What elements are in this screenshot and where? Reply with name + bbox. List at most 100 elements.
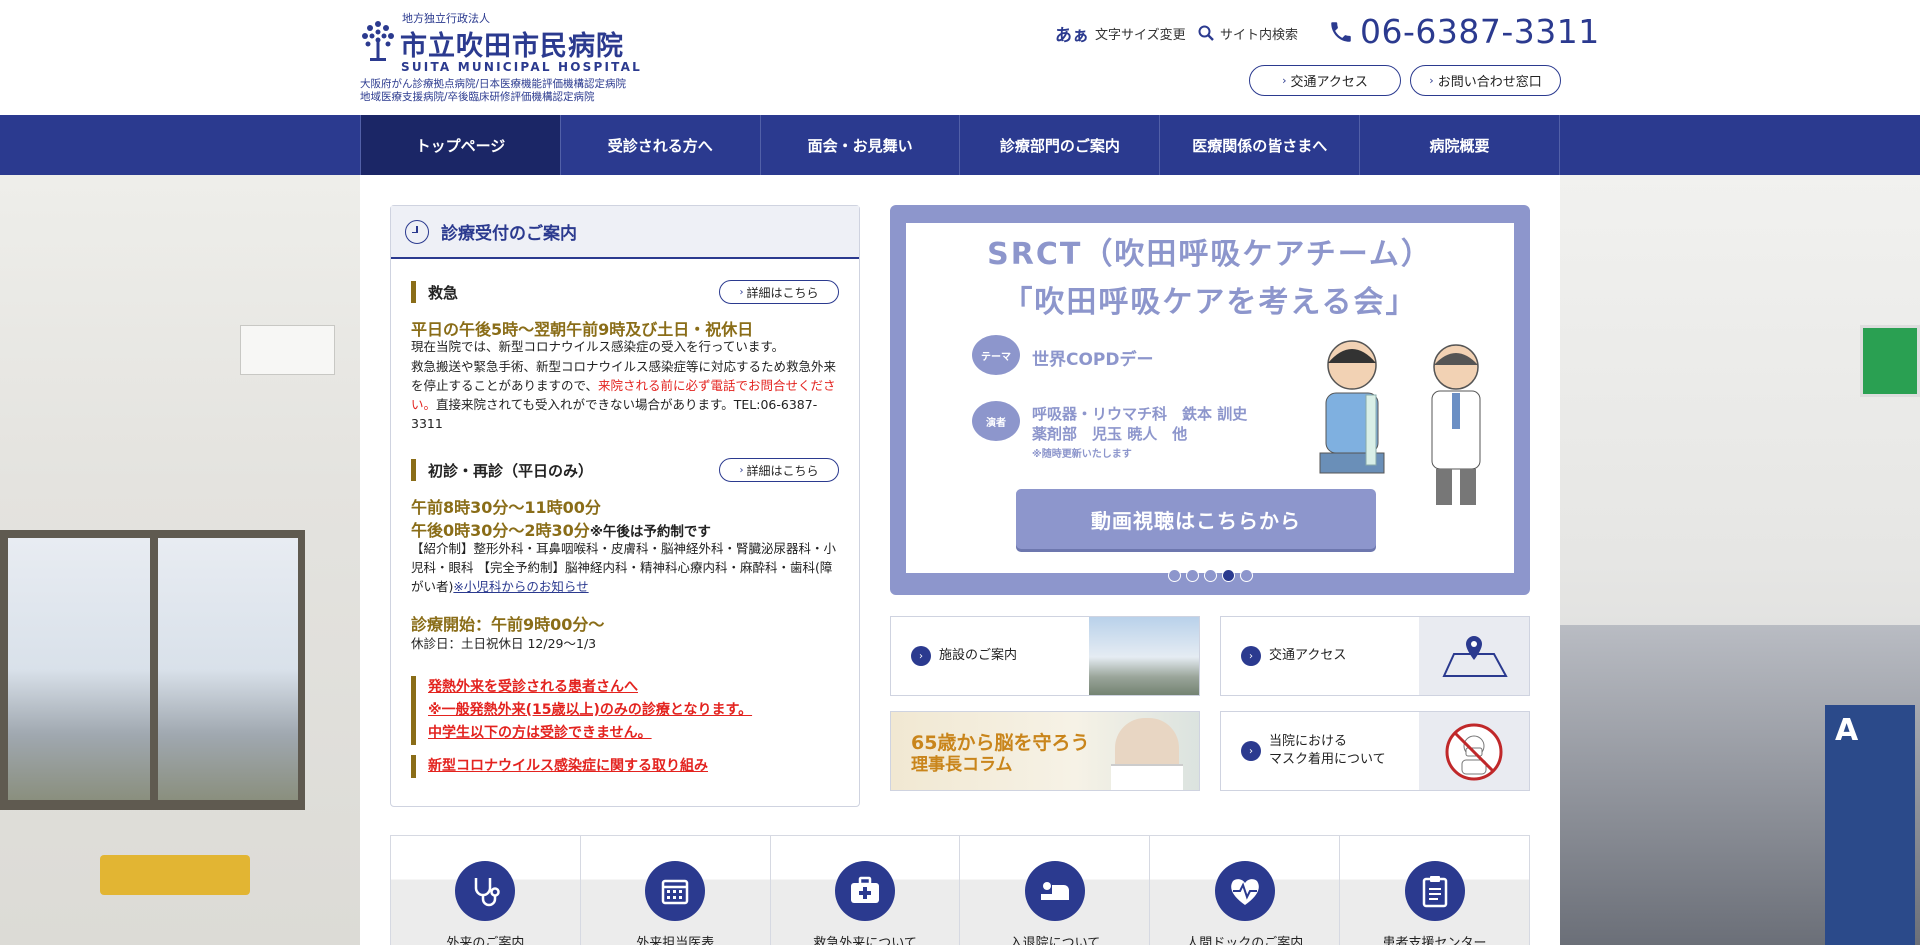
exit-sign-icon — [1860, 325, 1920, 397]
nav-about[interactable]: 病院概要 — [1359, 115, 1560, 175]
reception-info-card: 診療受付のご案内 救急 › 詳細はこちら 平日の午後5時〜翌朝午前9時及び土日・祝… — [390, 205, 860, 807]
quick-link-label: 患者支援センター — [1382, 936, 1487, 945]
detail-label: 詳細はこちら — [746, 463, 819, 478]
chevron-right-icon: › — [739, 464, 744, 476]
fever-clinic-alert[interactable]: 発熱外来を受診される患者さんへ ※一般発熱外来(15歳以上)のみの診療となります… — [411, 676, 851, 745]
clinic-start: 診療開始：午前9時00分〜 — [411, 615, 605, 634]
search-icon — [1198, 25, 1214, 41]
contact-button[interactable]: › お問い合わせ窓口 — [1410, 65, 1561, 96]
clipboard-icon — [1404, 861, 1465, 921]
font-size-icon: あぁ — [1055, 25, 1089, 46]
emergency-body: 救急搬送や緊急手術、新型コロナウイルス感染症等に対応するため救急外来を停止するこ… — [411, 359, 837, 431]
site-search-link[interactable]: サイト内検索 — [1198, 22, 1298, 44]
cert-line: 大阪府がん診療拠点病院/日本医療機能評価機構認定病院 — [360, 78, 627, 90]
slider-dot[interactable] — [1185, 569, 1199, 582]
covid-notice: 現在当院では、新型コロナウイルス感染症の受入を行っています。 — [411, 339, 785, 354]
chevron-right-icon: › — [1282, 74, 1287, 87]
access-tile-label: 交通アクセス — [1269, 648, 1347, 663]
quick-link-support-center[interactable]: 患者支援センター — [1340, 836, 1529, 945]
hospital-logo[interactable]: 地方独立行政法人 市立吹田市民病院 SUITA MUNICIPAL HOSPIT… — [360, 10, 660, 110]
main-content: 診療受付のご案内 救急 › 詳細はこちら 平日の午後5時〜翌朝午前9時及び土日・祝… — [360, 175, 1560, 945]
director-photo — [1111, 718, 1183, 790]
nav-medical-professionals[interactable]: 医療関係の皆さまへ — [1159, 115, 1359, 175]
quick-link-checkup[interactable]: 人間ドックのご案内 — [1150, 836, 1341, 945]
bed-icon — [1024, 861, 1085, 921]
clock-icon — [405, 219, 429, 244]
chevron-right-icon: › — [1241, 741, 1261, 761]
quick-link-schedule[interactable]: 外来担当医表 — [581, 836, 771, 945]
font-size-toggle[interactable]: あぁ 文字サイズ変更 — [1055, 22, 1186, 46]
detail-label: 詳細はこちら — [746, 285, 819, 300]
director-column-tile[interactable]: 65歳から脳を守ろう 理事長コラム — [890, 711, 1200, 791]
mask-icon — [1419, 712, 1529, 790]
site-header: 地方独立行政法人 市立吹田市民病院 SUITA MUNICIPAL HOSPIT… — [0, 0, 1920, 115]
nav-patients[interactable]: 受診される方へ — [559, 115, 760, 175]
quick-link-label: 外来のご案内 — [446, 936, 525, 945]
slider-dot[interactable] — [1239, 569, 1253, 582]
tree-logo-icon — [362, 21, 394, 61]
pillar-sign: A — [1825, 705, 1915, 945]
emergency-detail-button[interactable]: › 詳細はこちら — [719, 280, 839, 304]
slide-theme: 世界COPDデー — [1032, 350, 1154, 370]
video-watch-button[interactable]: 動画視聴はこちらから — [1016, 489, 1376, 549]
speaker-badge: 演者 — [972, 401, 1020, 441]
search-label: サイト内検索 — [1220, 27, 1299, 43]
mask-policy-tile[interactable]: › 当院における マスク着用について — [1220, 711, 1530, 791]
hospital-building-photo — [1089, 617, 1199, 695]
theme-badge: テーマ — [972, 335, 1020, 375]
hospital-bed — [100, 855, 250, 895]
slide-speaker-2: 薬剤部 児玉 暁人 他 — [1032, 425, 1188, 443]
certifications: 大阪府がん診療拠点病院/日本医療機能評価機構認定病院 地域医療支援病院/卒後臨床… — [360, 78, 626, 104]
slider-dot[interactable] — [1167, 569, 1181, 582]
global-nav: トップページ 受診される方へ 面会・お見舞い 診療部門のご案内 医療関係の皆さま… — [0, 115, 1920, 175]
chevron-right-icon: › — [1429, 74, 1434, 87]
reception-info-title: 診療受付のご案内 — [441, 224, 577, 244]
quick-link-outpatient[interactable]: 外来のご案内 — [391, 836, 581, 945]
slide-speaker-1: 呼吸器・リウマチ科 鉄本 訓史 — [1032, 405, 1248, 423]
font-size-label: 文字サイズ変更 — [1095, 27, 1186, 43]
slide[interactable]: SRCT（吹田呼吸ケアチーム） 「吹田呼吸ケアを考える会」 テーマ 世界COPD… — [906, 223, 1514, 573]
stethoscope-icon — [455, 861, 516, 921]
outpatient-am-hours: 午前8時30分〜11時00分 — [411, 498, 601, 517]
slider-dot[interactable] — [1203, 569, 1217, 582]
chevron-right-icon: › — [739, 286, 744, 298]
quick-link-admission[interactable]: 入退院について — [960, 836, 1151, 945]
first-aid-kit-icon — [835, 861, 896, 921]
quick-links-row: 外来のご案内 外来担当医表 救急外来について 入退院について 人間ドックのご案内 — [390, 835, 1530, 945]
heart-pulse-icon — [1214, 861, 1275, 921]
slide-note: ※随時更新いたします — [1032, 449, 1132, 460]
facility-guide-label: 施設のご案内 — [939, 648, 1018, 663]
quick-link-label: 外来担当医表 — [636, 936, 715, 945]
outpatient-pm-hours: 午後0時30分〜2時30分※午後は予約制です — [411, 521, 711, 540]
hospital-name: 市立吹田市民病院 — [400, 31, 624, 62]
phone-number[interactable]: 06-6387-3311 — [1328, 12, 1600, 51]
pediatric-notice-link[interactable]: ※小児科からのお知らせ — [453, 579, 588, 594]
covid-link-box[interactable]: 新型コロナウイルス感染症に関する取り組み — [411, 755, 851, 778]
ceiling-vent — [240, 325, 335, 375]
quick-link-label: 入退院について — [1009, 936, 1101, 945]
banner-slider[interactable]: SRCT（吹田呼吸ケアチーム） 「吹田呼吸ケアを考える会」 テーマ 世界COPD… — [890, 205, 1530, 595]
slide-title-1: SRCT（吹田呼吸ケアチーム） — [987, 237, 1433, 272]
chevron-right-icon: › — [911, 646, 931, 666]
calendar-icon — [645, 861, 706, 921]
nav-departments[interactable]: 診療部門のご案内 — [959, 115, 1159, 175]
fever-alert-line[interactable]: 中学生以下の方は受診できません。 — [428, 722, 851, 745]
window — [0, 530, 305, 810]
slider-dot-active[interactable] — [1221, 569, 1235, 582]
nav-top[interactable]: トップページ — [360, 115, 560, 175]
access-button[interactable]: › 交通アクセス — [1249, 65, 1401, 96]
cert-line: 地域医療支援病院/卒後臨床研修評価機構認定病院 — [360, 91, 595, 103]
facility-guide-tile[interactable]: › 施設のご案内 — [890, 616, 1200, 696]
slide-title-2: 「吹田呼吸ケアを考える会」 — [1002, 285, 1418, 320]
mask-policy-label: 当院における マスク着用について — [1269, 734, 1386, 767]
phone-text: 06-6387-3311 — [1360, 12, 1600, 51]
map-pin-icon — [1419, 617, 1529, 695]
fever-alert-line[interactable]: 発熱外来を受診される患者さんへ — [428, 676, 851, 699]
nav-visitors[interactable]: 面会・お見舞い — [759, 115, 960, 175]
quick-link-emergency[interactable]: 救急外来について — [771, 836, 961, 945]
access-tile[interactable]: › 交通アクセス — [1220, 616, 1530, 696]
outpatient-detail-button[interactable]: › 詳細はこちら — [719, 458, 839, 482]
fever-alert-line[interactable]: ※一般発熱外来(15歳以上)のみの診療となります。 — [428, 699, 851, 722]
covid-measures-link[interactable]: 新型コロナウイルス感染症に関する取り組み — [428, 755, 851, 778]
access-label: 交通アクセス — [1290, 75, 1368, 90]
